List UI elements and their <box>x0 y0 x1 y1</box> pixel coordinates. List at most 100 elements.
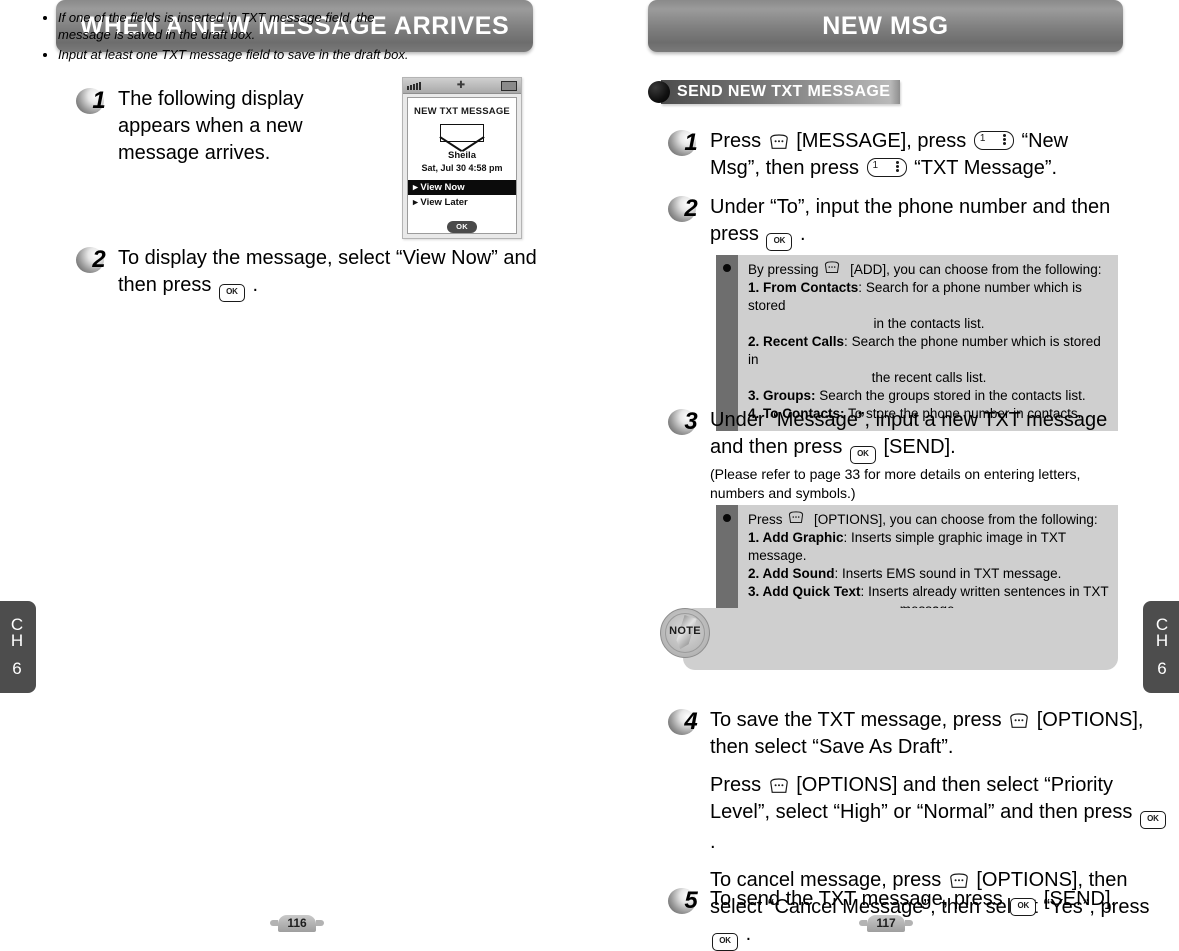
info-lead-fragment: By pressing <box>748 262 819 277</box>
step-text-fragment: . <box>745 923 752 945</box>
info-item-sep: : <box>843 530 848 545</box>
chapter-tab-letter-h: H <box>10 631 24 650</box>
step-item: 2 Under “To”, input the phone number and… <box>668 194 1118 251</box>
info-item-label: 1. From Contacts <box>748 280 859 295</box>
info-lead-fragment: [OPTIONS], you can choose from the follo… <box>814 512 1098 527</box>
note-badge-label: NOTE <box>669 625 701 637</box>
step-paragraph: Press [OPTIONS] and then select “Priorit… <box>710 772 1168 856</box>
step-number-badge: 2 <box>668 194 704 224</box>
phone-lcd: NEW TXT MESSAGE Sheila Sat, Jul 30 4:58 … <box>407 97 517 234</box>
ok-key-icon: OK <box>849 446 876 464</box>
step-number-badge: 1 <box>668 128 704 158</box>
step-text: To send the TXT message, press OK [SEND]… <box>710 886 1116 916</box>
step-number-badge: 2 <box>76 245 112 275</box>
lcd-menu-item-view-later[interactable]: ▸ View Later <box>408 195 516 210</box>
softkey-icon <box>1009 713 1029 729</box>
page-number-value: 116 <box>278 914 316 932</box>
info-box-lead: Press [OPTIONS], you can choose from the… <box>748 511 1110 529</box>
page-number-right: 117 <box>859 913 913 933</box>
bullet-icon <box>723 514 731 522</box>
ok-key-icon: OK <box>712 933 738 951</box>
info-item-label: 3. Groups: <box>748 388 816 403</box>
info-box-item: 1. From Contacts: Search for a phone num… <box>748 279 1110 333</box>
step-text-fragment: Press <box>710 130 762 152</box>
step-number: 3 <box>684 408 698 435</box>
step-item: 3 Under “Message”, input a new TXT messa… <box>668 407 1118 503</box>
step-number: 1 <box>684 129 698 156</box>
lcd-title: NEW TXT MESSAGE <box>414 106 510 117</box>
info-item-desc: Inserts EMS sound in TXT message. <box>842 566 1062 581</box>
section-header: SEND NEW TXT MESSAGE <box>648 80 901 104</box>
step-text-fragment: To save the TXT message, press <box>710 709 1002 731</box>
page-title-right: NEW MSG <box>648 0 1123 52</box>
ok-key-icon: OK <box>766 233 793 251</box>
info-item-label: 2. Recent Calls <box>748 334 845 349</box>
battery-icon <box>500 80 517 91</box>
ok-key-icon: OK <box>1139 811 1166 829</box>
page-number-left: 116 <box>270 913 324 933</box>
step-text-fragment: To send the TXT message, press <box>710 888 1003 910</box>
info-item-continuation: in the contacts list. <box>873 316 985 331</box>
chapter-tab-letter-h: H <box>1155 631 1169 650</box>
step-text-fragment: press <box>710 223 759 245</box>
info-item-desc: Inserts already written sentences in TXT <box>868 584 1109 599</box>
step-text-fragment: and then press <box>710 436 843 458</box>
step-number: 5 <box>684 887 698 914</box>
step-text-fragment: “TXT Message”. <box>914 157 1058 179</box>
step-text-fragment: Under “Message”, input a new TXT message <box>710 409 1108 431</box>
step-text: Under “Message”, input a new TXT message… <box>710 407 1118 503</box>
step-text: Under “To”, input the phone number and t… <box>710 194 1118 251</box>
step-number: 4 <box>684 708 698 735</box>
bullet-icon <box>723 264 731 272</box>
step-paragraph: To save the TXT message, press [OPTIONS]… <box>710 709 1143 758</box>
step-sub-note: (Please refer to page 33 for more detail… <box>710 466 1081 501</box>
info-box-item: 3. Groups: Search the groups stored in t… <box>748 387 1110 405</box>
step-item: 5 To send the TXT message, press OK [SEN… <box>668 886 1168 916</box>
left-page: C H 6 WHEN A NEW MESSAGE ARRIVES 1 The f… <box>0 0 589 935</box>
lcd-datetime: Sat, Jul 30 4:58 pm <box>421 163 503 173</box>
step-text-fragment: [MESSAGE], press <box>796 130 967 152</box>
chapter-tab-number: 6 <box>12 659 22 678</box>
step-text-fragment: [SEND]. <box>883 436 956 458</box>
step-text-fragment: [SEND]. <box>1043 888 1117 910</box>
softkey-icon <box>824 261 844 277</box>
info-item-sep: : <box>860 584 865 599</box>
note-bullet: Input at least one TXT message field to … <box>58 46 422 63</box>
info-box-add-options: By pressing [ADD], you can choose from t… <box>716 255 1118 431</box>
info-item-sep: : <box>844 334 848 349</box>
page-number-wing-left <box>270 920 278 926</box>
step-text-fragment: . <box>710 831 716 853</box>
softkey-icon <box>769 134 789 150</box>
page-number-wing-left <box>859 920 867 926</box>
step-number: 2 <box>92 246 106 273</box>
info-box-item: 2. Recent Calls: Search the phone number… <box>748 333 1110 387</box>
info-lead-fragment: [ADD], you can choose from the following… <box>850 262 1102 277</box>
step-number-badge: 1 <box>76 86 112 116</box>
one-key-icon: 1 <box>973 131 1014 150</box>
step-number: 2 <box>684 195 698 222</box>
step-text-fragment: Press <box>710 774 762 796</box>
page-number-wing-right <box>316 920 324 926</box>
phone-screenshot: ✚ NEW TXT MESSAGE Sheila Sat, Jul 30 4:5… <box>402 77 522 239</box>
info-item-label: 3. Add Quick Text <box>748 584 861 599</box>
step-text: Press [MESSAGE], press 1 “New Msg”, then… <box>710 128 1118 182</box>
softkey-icon <box>769 778 789 794</box>
phone-status-bar: ✚ <box>403 78 521 94</box>
lcd-softkey-ok[interactable]: OK <box>447 221 477 233</box>
ok-key-icon: OK <box>1010 898 1037 916</box>
chapter-tab-right: C H 6 <box>1143 601 1179 693</box>
note-box-content: If one of the fields is inserted in TXT … <box>42 9 422 66</box>
info-item-sep: : <box>858 280 863 295</box>
info-item-desc: Search the groups stored in the contacts… <box>819 388 1086 403</box>
step-text-before-key: To display the message, select “View Now… <box>118 247 537 296</box>
step-text-fragment: . <box>800 223 806 245</box>
envelope-icon <box>440 124 484 142</box>
step-number-badge: 5 <box>668 886 704 916</box>
softkey-icon <box>788 511 808 527</box>
lcd-menu-item-view-now[interactable]: ▸ View Now <box>408 180 516 195</box>
manual-page-spread: C H 6 WHEN A NEW MESSAGE ARRIVES 1 The f… <box>0 0 1179 951</box>
step-item: 1 The following display appears when a n… <box>76 86 376 167</box>
info-box-lead: By pressing [ADD], you can choose from t… <box>748 261 1110 279</box>
ok-key-icon: OK <box>218 284 245 302</box>
section-header-label: SEND NEW TXT MESSAGE <box>661 80 901 104</box>
